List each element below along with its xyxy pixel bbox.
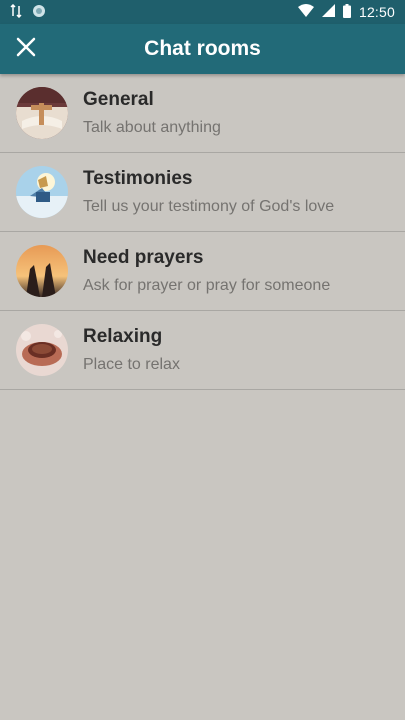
room-name: Testimonies	[83, 168, 193, 189]
room-name: Need prayers	[83, 247, 204, 268]
room-item-relaxing[interactable]: Relaxing Place to relax	[0, 311, 405, 390]
signal-icon	[321, 4, 335, 20]
testimony-image	[16, 166, 68, 218]
room-description: Place to relax	[83, 356, 180, 373]
app-bar: Chat rooms	[0, 24, 405, 74]
room-item-need-prayers[interactable]: Need prayers Ask for prayer or pray for …	[0, 232, 405, 311]
room-description: Ask for prayer or pray for someone	[83, 277, 331, 294]
room-item-general[interactable]: General Talk about anything	[0, 74, 405, 153]
status-time: 12:50	[358, 4, 395, 20]
wifi-icon	[297, 4, 314, 20]
battery-icon	[342, 3, 351, 21]
praying-hands-image	[16, 245, 68, 297]
room-name: General	[83, 89, 154, 110]
room-name: Relaxing	[83, 326, 163, 347]
close-button[interactable]	[8, 31, 44, 67]
room-description: Tell us your testimony of God's love	[83, 198, 335, 215]
close-icon	[16, 37, 36, 62]
bible-cross-image	[16, 87, 68, 139]
data-transfer-icon	[10, 3, 22, 21]
room-item-testimonies[interactable]: Testimonies Tell us your testimony of Go…	[0, 153, 405, 232]
status-bar: 12:50	[0, 0, 405, 24]
room-description: Talk about anything	[83, 119, 221, 136]
coffee-cup-image	[16, 324, 68, 376]
room-list: General Talk about anything Testimonies …	[0, 74, 405, 390]
sync-icon	[32, 4, 46, 21]
page-title: Chat rooms	[144, 37, 261, 60]
